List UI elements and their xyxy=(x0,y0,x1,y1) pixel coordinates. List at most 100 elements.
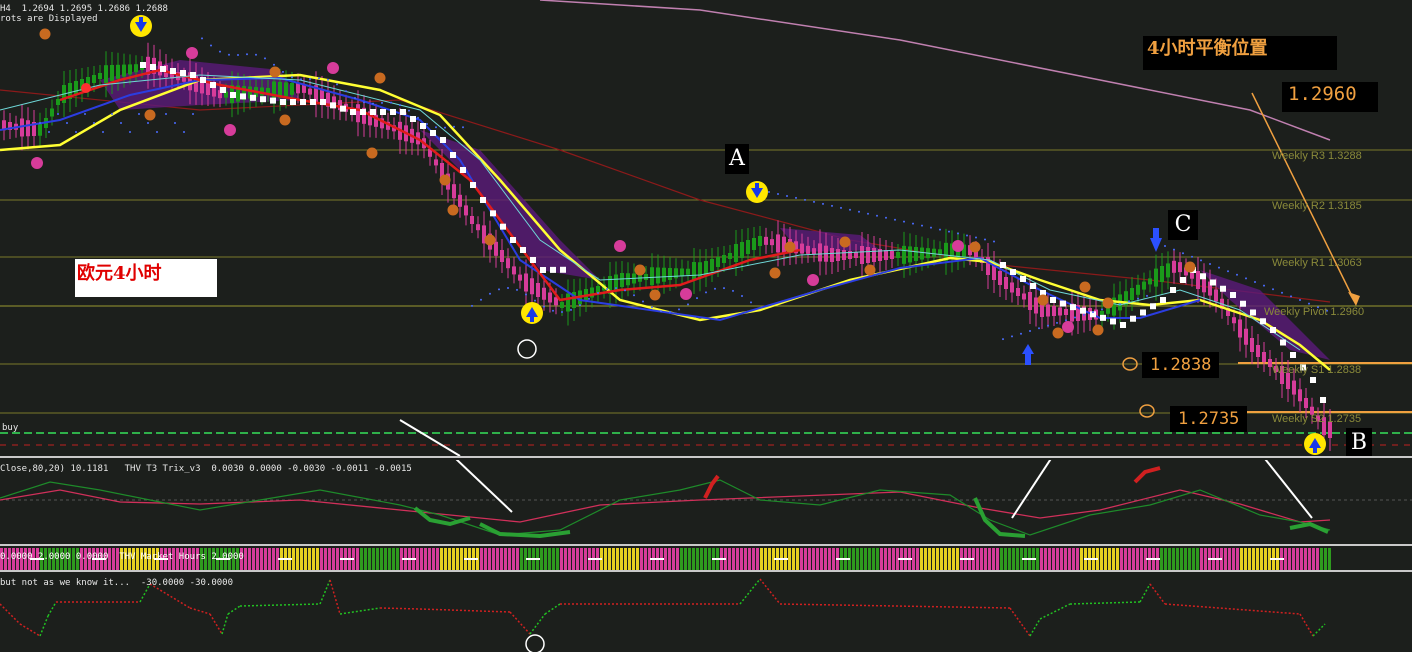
market-hours-pane[interactable]: 0.0000 2.0000 0.0000 THV Market Hours 2.… xyxy=(0,548,1412,570)
market-hour-bar xyxy=(300,548,303,570)
orange-signal-marker xyxy=(634,264,646,276)
step-marker xyxy=(150,64,156,70)
pane-divider-1[interactable] xyxy=(0,456,1412,458)
market-hour-bar xyxy=(516,548,519,570)
market-hour-bar xyxy=(448,548,451,570)
step-marker xyxy=(330,102,336,109)
market-hour-bar xyxy=(460,548,463,570)
market-hour-bar xyxy=(540,548,543,570)
orange-signal-marker xyxy=(269,66,281,78)
market-tick xyxy=(898,558,912,560)
step-marker xyxy=(1050,297,1056,303)
candle-body xyxy=(776,234,780,253)
trix-main-line xyxy=(0,479,1331,536)
parabolic-dot xyxy=(1299,299,1301,301)
parabolic-dot xyxy=(786,194,788,197)
candle-body xyxy=(800,243,804,254)
parabolic-dot xyxy=(660,310,662,313)
price-chart-pane[interactable]: H4 1.2694 1.2695 1.2686 1.2688 rots are … xyxy=(0,0,1412,456)
candle-body xyxy=(1190,272,1194,279)
candle-body xyxy=(302,84,306,93)
parabolic-dot xyxy=(1308,302,1310,305)
step-marker xyxy=(560,266,566,273)
market-hour-bar xyxy=(420,548,423,570)
market-hour-bar xyxy=(1248,548,1251,570)
parabolic-dot xyxy=(1164,245,1166,247)
market-hour-bar xyxy=(1104,548,1107,570)
trend-arrow xyxy=(399,419,461,456)
parabolic-dot xyxy=(1218,266,1220,269)
orange-signal-marker xyxy=(447,204,459,216)
candle-body xyxy=(902,245,906,264)
market-hour-bar xyxy=(996,548,999,570)
parabolic-dot xyxy=(1029,330,1031,332)
step-segment xyxy=(19,623,41,637)
trix-indicator-pane[interactable]: Close,80,20) 10.1181 THV T3 Trix_v3 0.00… xyxy=(0,460,1412,544)
candle-body xyxy=(1238,319,1242,338)
parabolic-dot xyxy=(201,37,203,40)
parabolic-dot xyxy=(1065,319,1067,322)
pane-divider-3[interactable] xyxy=(0,570,1412,572)
candle-body xyxy=(1256,345,1260,357)
market-hour-bar xyxy=(744,548,747,570)
market-hour-bar xyxy=(1124,548,1127,570)
candle-body xyxy=(26,120,30,137)
parabolic-dot xyxy=(1191,255,1193,258)
orange-signal-marker xyxy=(366,147,378,159)
market-hour-bar xyxy=(312,548,315,570)
parabolic-dot xyxy=(678,308,680,311)
candle-body xyxy=(716,257,720,267)
candle-body xyxy=(518,274,522,281)
step-marker xyxy=(1290,352,1296,358)
market-hour-bar xyxy=(684,548,687,570)
parabolic-dot xyxy=(741,295,743,298)
parabolic-dot xyxy=(75,131,77,133)
market-hour-bar xyxy=(748,548,751,570)
step-marker xyxy=(390,109,396,115)
candle-body xyxy=(890,251,894,259)
market-hour-bar xyxy=(1196,548,1199,570)
market-hour-bar xyxy=(320,548,323,570)
market-hour-bar xyxy=(1264,548,1267,570)
parabolic-dot xyxy=(1074,316,1076,319)
step-marker xyxy=(220,87,226,93)
parabolic-dot xyxy=(858,210,860,213)
market-hour-bar xyxy=(572,548,575,570)
market-hour-bar xyxy=(1284,548,1287,570)
candle-body xyxy=(836,249,840,261)
parabolic-dot xyxy=(1038,327,1040,330)
market-hour-bar xyxy=(704,548,707,570)
market-tick xyxy=(402,558,416,560)
parabolic-dot xyxy=(732,289,734,292)
parabolic-dot xyxy=(777,192,779,195)
orange-signal-marker xyxy=(1102,297,1114,309)
pane-divider-2[interactable] xyxy=(0,544,1412,546)
candle-body xyxy=(512,266,516,275)
market-hour-bar xyxy=(692,548,695,570)
parabolic-dot xyxy=(498,288,500,291)
candle-body xyxy=(1172,260,1176,273)
parabolic-dot xyxy=(723,287,725,290)
parabolic-dot xyxy=(1263,284,1265,287)
long-ma-line xyxy=(539,0,1331,141)
market-hour-bar xyxy=(584,548,587,570)
candle-body xyxy=(1052,306,1056,316)
candle-body xyxy=(506,258,510,269)
parabolic-dot xyxy=(1281,291,1283,294)
market-hour-bar xyxy=(304,548,307,570)
market-hour-bar xyxy=(948,548,951,570)
step-marker xyxy=(1210,279,1216,286)
step-marker xyxy=(160,66,166,72)
parabolic-dot xyxy=(633,294,635,297)
step-marker xyxy=(340,105,346,112)
parabolic-dot xyxy=(48,131,50,133)
step-segment xyxy=(1139,583,1151,603)
market-hour-bar xyxy=(1068,548,1071,570)
step-marker xyxy=(1280,339,1286,346)
parabolic-dot xyxy=(876,214,878,217)
market-hour-bar xyxy=(576,548,579,570)
parabolic-dot xyxy=(1245,277,1247,280)
step-marker xyxy=(190,72,196,78)
step-indicator-pane[interactable]: but not as we know it... -30.0000 -30.00… xyxy=(0,574,1412,652)
parabolic-dot xyxy=(39,122,41,124)
